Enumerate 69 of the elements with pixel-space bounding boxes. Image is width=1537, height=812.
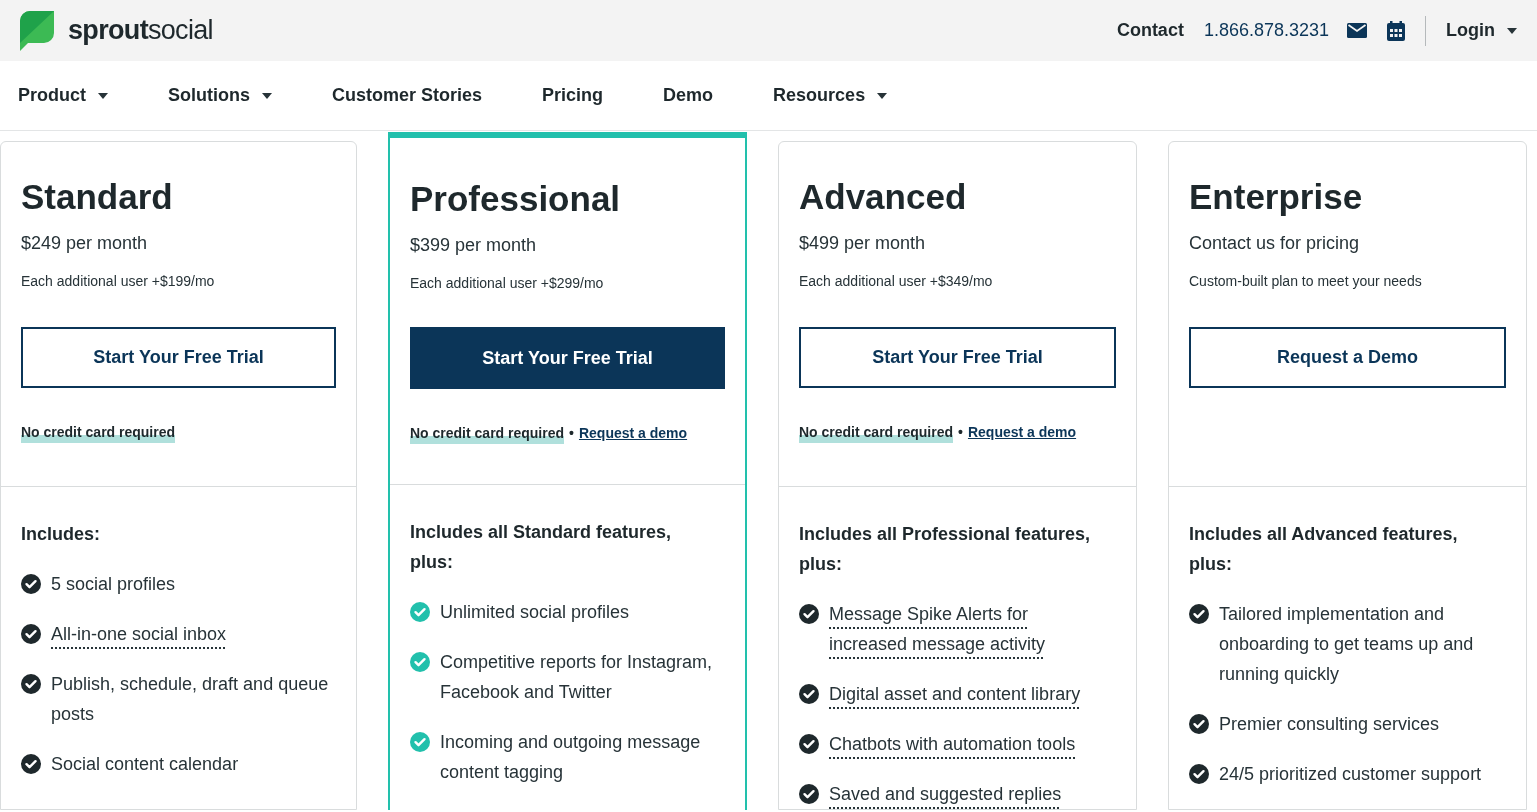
plan-price: $249 per month — [21, 232, 149, 255]
plan-price: Contact us for pricing — [1189, 232, 1361, 255]
check-icon — [21, 674, 41, 694]
includes-heading: Includes all Advanced features, plus: — [1189, 523, 1459, 576]
caret-icon — [1507, 27, 1517, 34]
check-icon — [21, 574, 41, 594]
phone-link[interactable]: 1.866.878.3231 — [1203, 17, 1329, 44]
nav-menu-item[interactable]: Product — [18, 82, 108, 109]
feature-text: 24/5 prioritized customer support — [1219, 763, 1482, 786]
plan-price: $399 per month — [410, 234, 538, 257]
request-demo-link[interactable]: Request a demo — [578, 423, 688, 444]
brand-name[interactable]: sproutsocial — [68, 10, 213, 51]
check-icon — [410, 732, 430, 752]
includes-heading: Includes all Standard features, plus: — [410, 521, 673, 574]
cta-button[interactable]: Start Your Free Trial — [799, 327, 1116, 388]
feature-text[interactable]: Saved and suggested replies — [829, 779, 1062, 809]
plan-name: Enterprise — [1189, 176, 1364, 218]
feature-text[interactable]: Digital asset and content library — [829, 679, 1081, 709]
plan-extra-cost: Each additional user +$299/mo — [410, 274, 605, 293]
feature-text[interactable]: All-in-one social inbox — [51, 619, 227, 649]
plan-extra-cost: Custom-built plan to meet your needs — [1189, 272, 1423, 291]
nav-menu-item[interactable]: Resources — [773, 82, 888, 109]
nav-menu-item[interactable]: Demo — [663, 82, 714, 109]
check-icon — [799, 684, 819, 704]
feature-text[interactable]: Chatbots with automation tools — [829, 729, 1076, 759]
plan-name: Professional — [410, 178, 622, 220]
check-icon — [21, 754, 41, 774]
cta-button[interactable]: Start Your Free Trial — [410, 327, 725, 389]
nav-menu-item[interactable]: Customer Stories — [332, 82, 483, 109]
cta-button[interactable]: Request a Demo — [1189, 327, 1506, 388]
plan-price: $499 per month — [799, 232, 927, 255]
caret-icon — [262, 92, 272, 99]
nav-menu-item[interactable]: Solutions — [168, 82, 272, 109]
contact-link[interactable]: Contact — [1116, 17, 1184, 44]
request-demo-link[interactable]: Request a demo — [967, 422, 1077, 443]
plan-extra-cost: Each additional user +$349/mo — [799, 272, 994, 291]
check-icon — [799, 734, 819, 754]
feature-text: Incoming and outgoing message content tagging — [440, 731, 702, 784]
check-icon — [799, 784, 819, 804]
feature-text: Social content calendar — [51, 753, 239, 776]
calendar-icon[interactable] — [1387, 20, 1405, 41]
feature-text: Unlimited social profiles — [440, 601, 630, 624]
feature-text: Tailored implementation and onboarding to get teams up and running quickly — [1219, 603, 1475, 686]
check-icon — [410, 652, 430, 672]
feature-text: Publish, schedule, draft and queue posts — [51, 673, 330, 726]
check-icon — [1189, 764, 1209, 784]
check-icon — [799, 604, 819, 624]
plan-extra-cost: Each additional user +$199/mo — [21, 272, 216, 291]
cta-button[interactable]: Start Your Free Trial — [21, 327, 336, 388]
check-icon — [21, 624, 41, 644]
separator-dot: • — [958, 423, 963, 442]
feature-text[interactable]: Message Spike Alerts for increased message activity — [829, 599, 1111, 659]
feature-text: 5 social profiles — [51, 573, 176, 596]
plan-name: Standard — [21, 176, 174, 218]
feature-text: Competitive reports for Instagram, Facebook and Twitter — [440, 651, 714, 704]
mail-icon[interactable] — [1347, 23, 1367, 38]
separator-dot: • — [569, 424, 574, 443]
check-icon — [1189, 604, 1209, 624]
check-icon — [410, 602, 430, 622]
leaf-logo-icon — [20, 10, 54, 51]
plan-name: Advanced — [799, 176, 968, 218]
includes-heading: Includes: — [21, 523, 101, 546]
caret-icon — [877, 92, 888, 99]
login-menu[interactable]: Login — [1446, 17, 1517, 44]
includes-heading: Includes all Professional features, plus: — [799, 523, 1092, 576]
check-icon — [1189, 714, 1209, 734]
caret-icon — [98, 92, 108, 99]
nav-menu-item[interactable]: Pricing — [542, 82, 604, 109]
feature-text: Premier consulting services — [1219, 713, 1440, 736]
